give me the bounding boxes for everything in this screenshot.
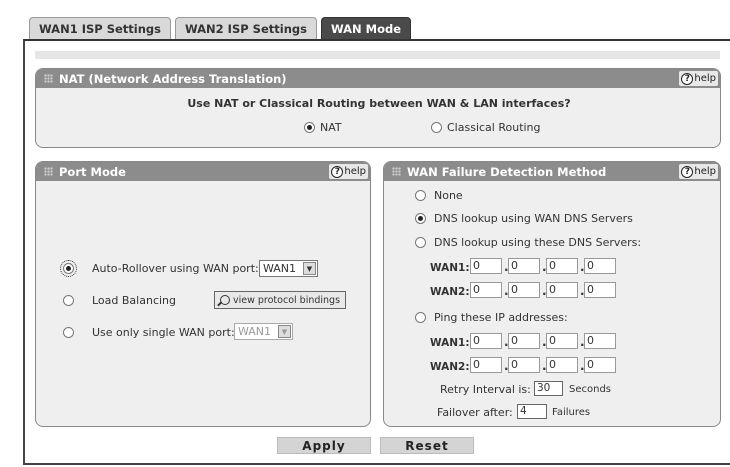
select-value: WAN1 <box>238 325 272 338</box>
auto-rollover-label: Auto-Rollover using WAN port: <box>92 262 259 275</box>
load-balancing-label: Load Balancing <box>92 294 176 307</box>
tab-wan2-isp-settings[interactable]: WAN2 ISP Settings <box>174 17 317 39</box>
dns-wan2-octet-3[interactable]: 0 <box>546 282 578 298</box>
failure-detection-help-link[interactable]: ? help <box>679 164 718 179</box>
nat-option-label: NAT <box>320 121 342 134</box>
nat-help-link[interactable]: ? help <box>679 71 718 86</box>
port-mode-header: Port Mode ? help <box>36 162 370 181</box>
help-label: help <box>694 166 716 177</box>
tab-wan-mode[interactable]: WAN Mode <box>320 17 412 39</box>
dns-wan1-octet-4[interactable]: 0 <box>584 258 616 274</box>
failure-detection-panel: WAN Failure Detection Method ? help None … <box>383 161 721 427</box>
ping-wan1-octet-2[interactable]: 0 <box>508 333 540 349</box>
ping-wan2-label: WAN2: <box>430 361 470 373</box>
view-protocol-bindings-button[interactable]: view protocol bindings <box>214 291 347 309</box>
ping-wan2-octet-1[interactable]: 0 <box>470 357 502 373</box>
view-bindings-label: view protocol bindings <box>233 294 341 306</box>
auto-rollover-port-select[interactable]: WAN1 ▼ <box>259 260 318 277</box>
grip-icon <box>44 167 53 176</box>
port-mode-panel: Port Mode ? help Auto-Rollover using WAN … <box>35 161 371 427</box>
dns-wan1-octet-1[interactable]: 0 <box>470 258 502 274</box>
ping-label: Ping these IP addresses: <box>434 311 568 324</box>
nat-panel-header: NAT (Network Address Translation) ? help <box>36 69 720 88</box>
dns-wan2-octet-1[interactable]: 0 <box>470 282 502 298</box>
tab-bar: WAN1 ISP Settings WAN2 ISP Settings WAN … <box>29 17 412 39</box>
single-wan-radio[interactable] <box>63 327 74 338</box>
none-label: None <box>434 189 463 202</box>
tab-wan1-isp-settings[interactable]: WAN1 ISP Settings <box>29 17 171 39</box>
auto-rollover-radio[interactable] <box>60 260 77 277</box>
dns-wan2-label: WAN2: <box>430 286 470 298</box>
content-frame: NAT (Network Address Translation) ? help … <box>23 39 730 465</box>
dns-wan-label: DNS lookup using WAN DNS Servers <box>434 212 633 225</box>
chevron-down-icon: ▼ <box>303 262 316 275</box>
port-mode-title: Port Mode <box>59 164 126 179</box>
ping-wan1-octet-1[interactable]: 0 <box>470 333 502 349</box>
ping-wan2-octet-4[interactable]: 0 <box>584 357 616 373</box>
nat-radio[interactable] <box>304 122 315 133</box>
ping-wan2-octet-2[interactable]: 0 <box>508 357 540 373</box>
dns-these-label: DNS lookup using these DNS Servers: <box>434 236 642 249</box>
help-label: help <box>344 166 366 177</box>
nat-panel-title: NAT (Network Address Translation) <box>59 71 287 86</box>
retry-interval-input[interactable]: 30 <box>534 381 563 396</box>
select-value: WAN1 <box>263 262 297 275</box>
ping-wan1-octet-4[interactable]: 0 <box>584 333 616 349</box>
dns-these-radio[interactable] <box>415 237 426 248</box>
ping-wan2-octet-3[interactable]: 0 <box>546 357 578 373</box>
failure-detection-header: WAN Failure Detection Method ? help <box>384 162 720 181</box>
grip-icon <box>392 167 401 176</box>
dns-wan2-octet-4[interactable]: 0 <box>584 282 616 298</box>
retry-interval-label: Retry Interval is: <box>440 383 531 396</box>
reset-button[interactable]: Reset <box>380 437 474 454</box>
ping-wan1-octet-3[interactable]: 0 <box>546 333 578 349</box>
port-mode-help-link[interactable]: ? help <box>329 164 368 179</box>
single-wan-label: Use only single WAN port: <box>92 326 235 339</box>
help-icon: ? <box>331 165 344 178</box>
top-divider <box>35 51 720 59</box>
magnifier-icon <box>220 295 230 305</box>
help-icon: ? <box>681 165 694 178</box>
dns-wan2-octet-2[interactable]: 0 <box>508 282 540 298</box>
help-label: help <box>694 73 716 84</box>
nat-panel: NAT (Network Address Translation) ? help … <box>35 68 721 148</box>
failover-input[interactable]: 4 <box>517 404 547 419</box>
none-radio[interactable] <box>415 190 426 201</box>
retry-interval-unit: Seconds <box>569 384 612 395</box>
ping-radio[interactable] <box>415 312 426 323</box>
dns-wan1-octet-3[interactable]: 0 <box>546 258 578 274</box>
apply-button[interactable]: Apply <box>277 437 371 454</box>
failover-label: Failover after: <box>437 406 513 419</box>
dns-wan1-octet-2[interactable]: 0 <box>508 258 540 274</box>
nat-question: Use NAT or Classical Routing between WAN… <box>187 97 571 110</box>
ping-wan1-label: WAN1: <box>430 337 470 349</box>
dns-wan1-label: WAN1: <box>430 262 470 274</box>
failure-detection-title: WAN Failure Detection Method <box>407 164 607 179</box>
classical-routing-radio[interactable] <box>431 122 442 133</box>
classical-routing-label: Classical Routing <box>447 121 541 134</box>
grip-icon <box>44 74 53 83</box>
chevron-down-icon: ▼ <box>278 325 291 338</box>
load-balancing-radio[interactable] <box>63 295 74 306</box>
help-icon: ? <box>681 72 694 85</box>
single-wan-port-select[interactable]: WAN1 ▼ <box>234 323 293 340</box>
failover-unit: Failures <box>552 407 591 418</box>
dns-wan-radio[interactable] <box>415 213 426 224</box>
